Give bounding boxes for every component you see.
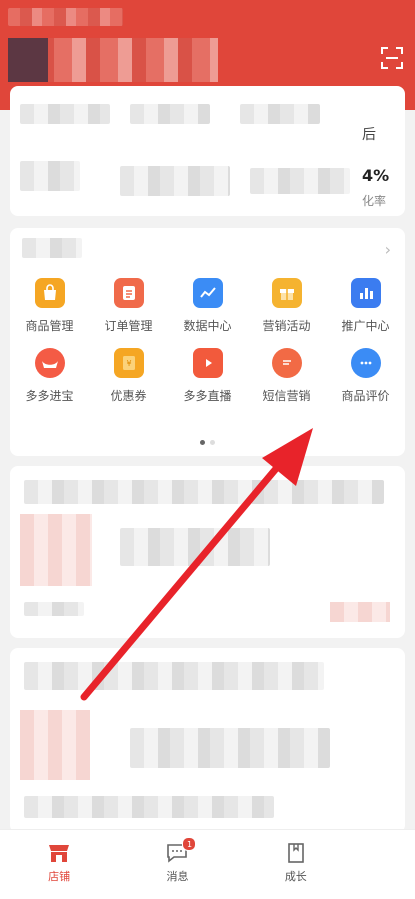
- tool-order-management[interactable]: 订单管理: [89, 278, 168, 334]
- shopping-bag-icon: [34, 278, 65, 308]
- tab-label: 店铺: [48, 870, 71, 883]
- page-dot-active: [200, 440, 205, 445]
- tool-duoduo-live[interactable]: 多多直播: [168, 348, 247, 404]
- tool-label: 商品评价: [341, 389, 390, 403]
- svg-text:¥: ¥: [126, 359, 131, 368]
- tool-label: 短信营销: [262, 389, 311, 403]
- stats-card: 后 4% 化率: [10, 86, 405, 216]
- tool-label: 商品管理: [25, 319, 74, 333]
- tool-sms-marketing[interactable]: 短信营销: [247, 348, 326, 404]
- bottom-tab-bar: 店铺 1 消息 成长: [0, 829, 415, 899]
- chevron-right-icon[interactable]: ›: [385, 240, 391, 259]
- tool-label: 推广中心: [341, 319, 390, 333]
- tool-data-center[interactable]: 数据中心: [168, 278, 247, 334]
- tools-card: › 商品管理 订单管理 数据中心 营销活动 推广中心 多多进宝 ¥ 优惠券 多多…: [10, 228, 405, 456]
- scan-icon[interactable]: [381, 47, 403, 69]
- news-card-1[interactable]: [10, 466, 405, 638]
- bar-chart-icon: [350, 278, 381, 308]
- clipboard-icon: [113, 278, 144, 308]
- news-card-2[interactable]: [10, 648, 405, 833]
- tool-coupon[interactable]: ¥ 优惠券: [89, 348, 168, 404]
- tool-label: 营销活动: [262, 319, 311, 333]
- message-icon: [271, 348, 302, 378]
- tool-product-reviews[interactable]: 商品评价: [326, 348, 405, 404]
- stat-label-suffix: 后: [362, 127, 376, 143]
- growth-icon: [288, 843, 304, 863]
- section-title-blurred: [22, 238, 82, 258]
- tool-label: 优惠券: [110, 389, 147, 403]
- tools-grid: 商品管理 订单管理 数据中心 营销活动 推广中心 多多进宝 ¥ 优惠券 多多直播…: [10, 278, 405, 404]
- tab-label: 成长: [284, 870, 307, 883]
- tab-label: 消息: [166, 870, 189, 883]
- tool-marketing-activity[interactable]: 营销活动: [247, 278, 326, 334]
- tool-promotion-center[interactable]: 推广中心: [326, 278, 405, 334]
- status-bar-blurred: [8, 8, 123, 26]
- live-video-icon: [192, 348, 223, 378]
- comment-icon: [350, 348, 381, 378]
- ingot-icon: [34, 348, 65, 378]
- tool-label: 数据中心: [183, 319, 232, 333]
- tool-label: 多多进宝: [25, 389, 74, 403]
- page-dot: [210, 440, 215, 445]
- stat-value-suffix: 4%: [362, 166, 390, 185]
- tool-duoduo-jinbao[interactable]: 多多进宝: [10, 348, 89, 404]
- stat-rate-suffix: 化率: [362, 194, 387, 208]
- page-indicator: [10, 440, 405, 445]
- tab-messages[interactable]: 1 消息: [142, 830, 212, 899]
- tool-label: 订单管理: [104, 319, 153, 333]
- chart-icon: [192, 278, 223, 308]
- tab-growth[interactable]: 成长: [261, 830, 331, 899]
- shop-icon: [49, 845, 70, 862]
- store-info-blurred[interactable]: [8, 38, 218, 82]
- tab-shop[interactable]: 店铺: [24, 830, 94, 899]
- coupon-icon: ¥: [113, 348, 144, 378]
- tool-product-management[interactable]: 商品管理: [10, 278, 89, 334]
- gift-box-icon: [271, 278, 302, 308]
- message-badge: 1: [182, 837, 197, 851]
- tool-label: 多多直播: [183, 389, 232, 403]
